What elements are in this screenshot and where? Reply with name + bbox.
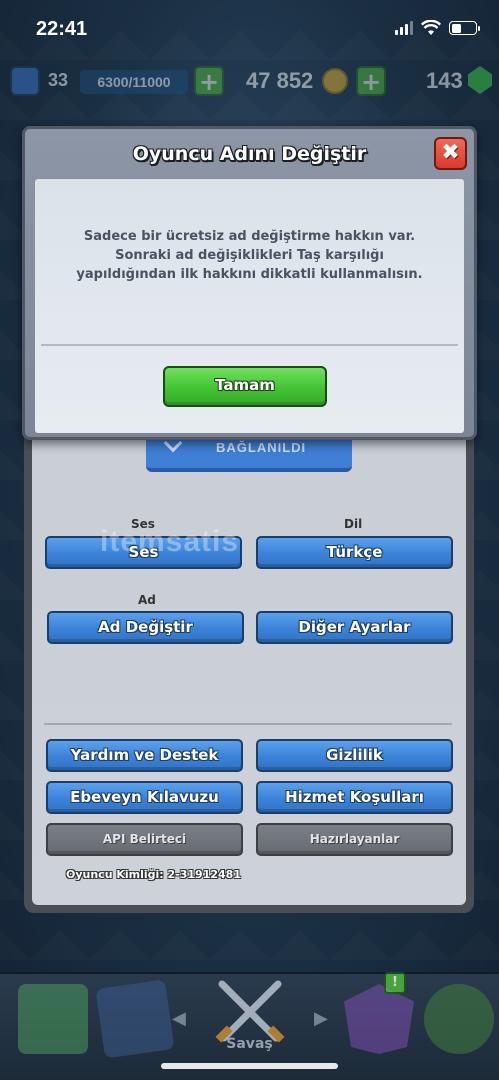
status-time: 22:41 [36,18,88,40]
home-indicator[interactable] [161,1063,338,1069]
wifi-icon [421,20,441,35]
dialog-message: Sadece bir ücretsiz ad değiştirme hakkın… [76,229,423,282]
status-icons [395,20,480,36]
dialog-body: Sadece bir ücretsiz ad değiştirme hakkın… [35,179,464,433]
experience-level-icon [10,66,40,96]
gem-icon [468,66,492,94]
experience-level: 33 [48,70,69,90]
battery-icon [449,21,480,35]
experience-progress: 6300/11000 [80,70,188,94]
gold-coin-icon [322,68,348,94]
add-gold-icon: + [356,66,386,96]
parent-guide-button[interactable]: Ebeveyn Kılavuzu [46,781,243,814]
gold-amount: 47 852 [246,68,314,93]
dialog-title: Oyuncu Adını Değiştir [132,143,367,165]
name-section-label: Ad [138,593,156,607]
nav-right-arrow-icon[interactable]: ▶ [314,1008,328,1029]
add-xp-icon: + [194,66,224,96]
change-name-dialog: Oyuncu Adını Değiştir ✖ Sadece bir ücret… [22,126,477,440]
privacy-button[interactable]: Gizlilik [256,739,453,772]
player-id: Oyuncu Kimliği: 2-31912481 [66,868,241,881]
settings-divider [44,723,452,725]
terms-of-service-button[interactable]: Hizmet Koşulları [256,781,453,814]
other-settings-button[interactable]: Diğer Ayarlar [256,611,453,644]
gems-amount: 143 [426,68,463,93]
change-name-button[interactable]: Ad Değiştir [47,611,244,644]
dialog-divider [41,344,458,346]
clan-notification-badge: ! [384,972,406,994]
language-section-label: Dil [344,517,363,531]
nav-left-arrow-icon[interactable]: ◀ [172,1008,186,1029]
top-hud: 33 6300/11000 + 47 852 + 143 [0,62,499,102]
language-button[interactable]: Türkçe [256,536,453,569]
help-support-button[interactable]: Yardım ve Destek [46,739,243,772]
credits-button[interactable]: Hazırlayanlar [256,823,453,856]
close-icon[interactable]: ✖ [434,137,467,170]
cellular-signal-icon [395,21,413,35]
watermark: itemsatis [100,525,240,558]
status-bar: 22:41 [0,0,499,58]
account-linked-label: BAĞLANILDI [216,440,307,455]
battle-tab-label: Savaş [226,1036,273,1052]
ok-button[interactable]: Tamam [163,366,327,407]
api-token-button[interactable]: API Belirteci [46,823,243,856]
